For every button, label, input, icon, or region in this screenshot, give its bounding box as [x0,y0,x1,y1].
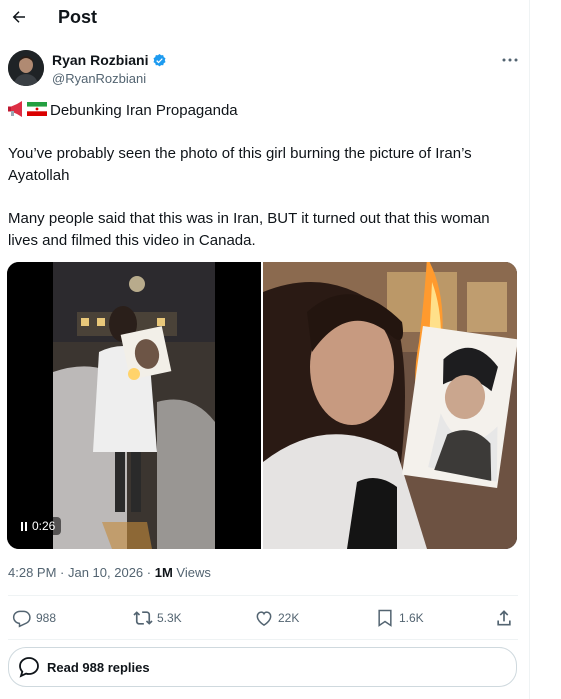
video-thumbnail [53,262,215,549]
author-name[interactable]: Ryan Rozbiani [52,52,167,68]
read-replies-label: Read 988 replies [47,659,150,675]
photo-image [263,262,517,549]
tweet-heading-text: Debunking Iran Propaganda [50,102,238,119]
reply-button[interactable]: 988 [12,607,56,629]
meta-separator: · [56,565,68,580]
author-handle[interactable]: @RyanRozbiani [52,71,146,86]
views-count: 1M [154,565,173,580]
repost-button[interactable]: 5.3K [133,607,182,629]
avatar[interactable] [8,50,44,86]
heart-icon [256,611,272,626]
author-name-text: Ryan Rozbiani [52,52,149,68]
post-panel: Post Ryan Rozbiani @RyanRozbiani Debunki… [0,0,530,699]
page-title: Post [58,7,98,27]
read-replies-button[interactable]: Read 988 replies [8,647,517,687]
arrow-left-icon [12,11,25,23]
repost-icon [133,611,153,625]
post-header: Post [0,0,530,36]
back-button[interactable] [6,4,32,30]
video-duration: 0:26 [32,519,56,533]
more-dots-icon [502,58,518,62]
like-count: 22K [278,611,300,625]
post-time[interactable]: 4:28 PM [8,565,56,580]
reply-icon [12,610,31,628]
tweet-heading: Debunking Iran Propaganda [8,100,238,122]
tweet-para1-line1: You’ve probably seen the photo of this g… [8,145,472,162]
share-icon [497,610,511,626]
reply-count: 988 [36,611,57,625]
divider [8,595,518,596]
media-container[interactable]: 0:26 [7,262,517,549]
avatar-image [8,50,44,86]
bookmark-count: 1.6K [399,611,424,625]
bookmark-button[interactable]: 1.6K [375,607,424,629]
more-options-button[interactable] [500,52,520,68]
post-meta: 4:28 PM · Jan 10, 2026 · 1M Views [8,565,211,580]
bookmark-icon [378,609,392,627]
repost-count: 5.3K [157,611,182,625]
tweet-para1-line2: Ayatollah [8,167,70,184]
tweet-para2-line2: lives and filmed this video in Canada. [8,232,256,249]
video-duration-badge[interactable]: 0:26 [15,517,62,535]
verified-badge-icon [153,53,166,66]
iran-flag-icon [27,102,47,116]
meta-separator: · [143,565,155,580]
tweet-para2-line1: Many people said that this was in Iran, … [8,210,490,227]
share-button[interactable] [494,607,514,629]
megaphone-icon [8,101,22,117]
divider [8,639,518,640]
chat-bubble-icon [19,657,39,678]
media-images [7,262,517,549]
pause-icon [21,521,27,531]
heading-emoji-group [8,101,47,117]
views-label: Views [172,565,211,580]
like-button[interactable]: 22K [254,607,299,629]
post-date[interactable]: Jan 10, 2026 [68,565,143,580]
